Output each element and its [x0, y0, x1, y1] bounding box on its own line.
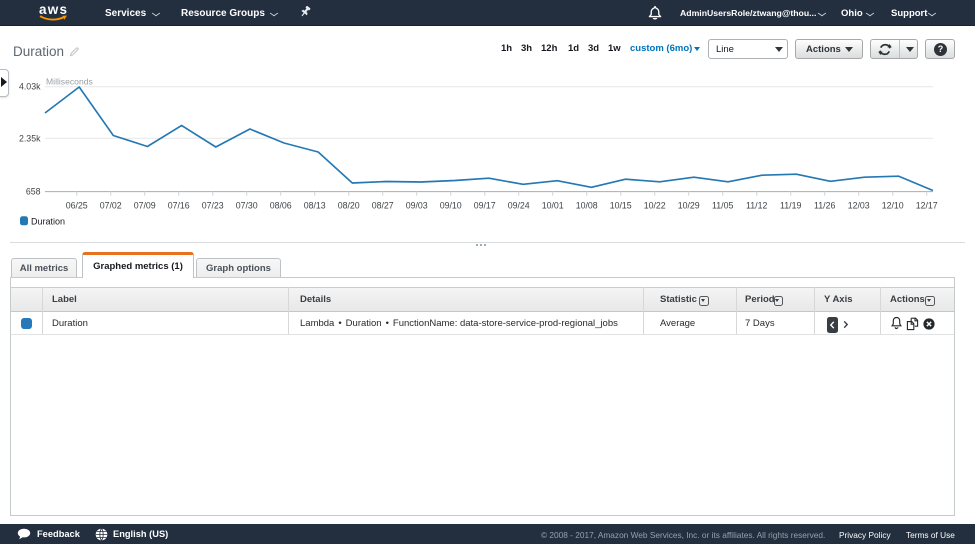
svg-text:07/09: 07/09: [134, 200, 156, 210]
svg-text:09/03: 09/03: [406, 200, 428, 210]
svg-text:08/20: 08/20: [338, 200, 360, 210]
svg-text:09/24: 09/24: [508, 200, 530, 210]
svg-text:11/26: 11/26: [814, 200, 835, 210]
svg-text:07/30: 07/30: [236, 200, 258, 210]
svg-text:08/27: 08/27: [372, 200, 394, 210]
svg-text:10/01: 10/01: [542, 200, 564, 210]
svg-text:11/12: 11/12: [746, 200, 767, 210]
svg-text:11/19: 11/19: [780, 200, 801, 210]
svg-text:658: 658: [26, 187, 41, 197]
svg-text:Duration: Duration: [31, 216, 65, 226]
svg-text:09/10: 09/10: [440, 200, 462, 210]
svg-text:10/15: 10/15: [610, 200, 632, 210]
svg-text:08/13: 08/13: [304, 200, 326, 210]
svg-text:2.35k: 2.35k: [19, 133, 41, 143]
svg-text:07/23: 07/23: [202, 200, 224, 210]
svg-text:12/17: 12/17: [916, 200, 938, 210]
svg-text:aws: aws: [39, 2, 67, 17]
svg-text:Milliseconds: Milliseconds: [46, 77, 93, 87]
svg-text:07/16: 07/16: [168, 200, 190, 210]
svg-text:06/25: 06/25: [66, 200, 88, 210]
svg-text:11/05: 11/05: [712, 200, 733, 210]
svg-text:4.03k: 4.03k: [19, 82, 41, 92]
svg-text:10/22: 10/22: [644, 200, 666, 210]
svg-text:08/06: 08/06: [270, 200, 292, 210]
svg-text:12/10: 12/10: [882, 200, 904, 210]
svg-text:10/29: 10/29: [678, 200, 700, 210]
svg-text:12/03: 12/03: [848, 200, 870, 210]
svg-text:07/02: 07/02: [100, 200, 122, 210]
svg-text:09/17: 09/17: [474, 200, 496, 210]
svg-text:10/08: 10/08: [576, 200, 598, 210]
